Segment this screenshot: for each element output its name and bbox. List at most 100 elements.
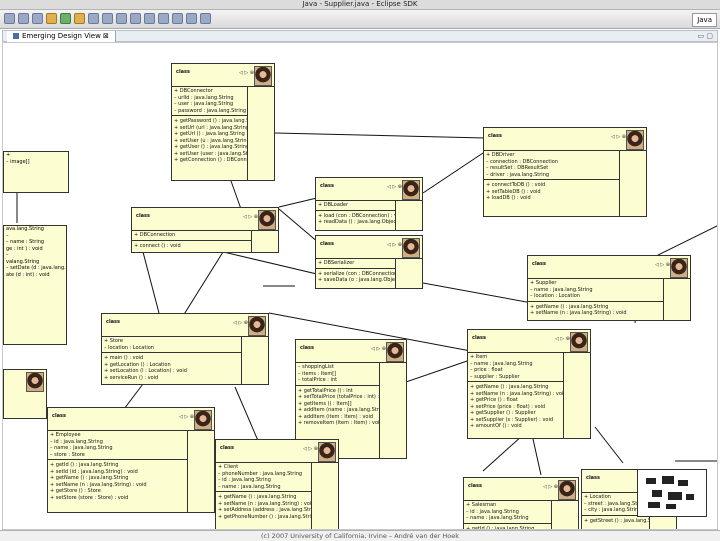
box-toolbar-icons[interactable]: ◁ ▷ ⊕ [303,446,318,453]
box-toolbar-icons[interactable]: ◁ ▷ ⊕ [371,346,386,353]
new-class-icon[interactable] [116,13,127,24]
search-icon[interactable] [144,13,155,24]
class-box-header[interactable]: class ◁ ▷ ⊕ [216,440,338,463]
tab-close-icon[interactable]: ⊠ [103,32,109,40]
box-toolbar-icons[interactable]: ◁ ▷ ⊕ [239,70,254,77]
box-toolbar-icons[interactable]: ◁ ▷ ⊕ [243,214,258,221]
member-row[interactable]: + removeItem (item : Item) : void [298,420,380,427]
class-box[interactable]: class ◁ ▷ ⊕ + Supplier – name : java.lang.S… [527,255,691,321]
class-box-header[interactable]: class ◁ ▷ ⊕ [172,64,274,87]
member-row[interactable]: – store : Store [50,452,188,459]
open-type-icon[interactable] [130,13,141,24]
member-row[interactable]: + readData () : java.lang.Object [318,219,396,226]
class-box-header[interactable]: class ◁ ▷ ⊕ [528,256,690,279]
class-box[interactable]: class ◁ ▷ ⊕ + DBDriver – connection : DBCon… [483,127,647,217]
class-box-header[interactable]: class ◁ ▷ ⊕ [464,478,578,501]
class-box[interactable]: class ◁ ▷ ⊕ + Employee – id : java.lang.Str… [47,407,215,513]
member-row[interactable]: + DBLoader [318,202,396,209]
perspective-button[interactable]: Java [692,13,717,27]
member-row[interactable]: + getUrl () : java.lang.String [174,131,248,138]
class-box[interactable]: class ◁ ▷ ⊕ + Salesman – id : java.lang.Str… [463,477,579,529]
member-row[interactable]: + setTotalPrice (totalPrice : int) : voi… [298,394,380,401]
box-toolbar-icons[interactable]: ◁ ▷ ⊕ [611,134,626,141]
box-toolbar-icons[interactable]: ◁ ▷ ⊕ [655,262,670,269]
member-row[interactable]: – supplier : Supplier [470,374,564,381]
member-row[interactable]: + getStreet () : java.lang.String [584,518,650,525]
author-avatar [248,316,266,336]
class-box-header[interactable]: class ◁ ▷ ⊕ [468,330,590,353]
member-row[interactable]: + addItem (name : java.lang.String) : vo… [298,407,380,414]
class-box[interactable]: class ◁ ▷ ⊕ + DBConnection + connect () : v… [131,207,279,253]
class-box-header[interactable]: class ◁ ▷ ⊕ [316,178,422,201]
member-row[interactable]: + loadDB () : void [486,195,620,202]
new-icon[interactable] [4,13,15,24]
class-box[interactable]: class ◁ ▷ ⊕ + DBSerializer + serialize (con… [315,235,423,289]
class-box[interactable]: class ◁ ▷ ⊕ + DBLoader + load (con : DBConn… [315,177,423,231]
box-toolbar-icons[interactable]: ◁ ▷ ⊕ [179,414,194,421]
class-box-header[interactable]: class ◁ ▷ ⊕ [102,314,268,337]
member-row[interactable]: + getUser () : java.lang.String [174,144,248,151]
member-row[interactable]: – setDate (d : java.lang.String) : void [4,265,66,272]
class-box-header[interactable]: class ◁ ▷ ⊕ [48,408,214,431]
class-box[interactable]: class ◁ ▷ ⊕ + Client – phoneNumber : java.l… [215,439,339,529]
back-icon[interactable] [186,13,197,24]
overview-thumbnail[interactable] [637,469,707,517]
debug-icon[interactable] [46,13,57,24]
member-row[interactable]: + setStore (store : Store) : void [50,495,188,502]
new-java-project-icon[interactable] [88,13,99,24]
member-row[interactable]: – image[] [4,159,68,166]
box-toolbar-icons[interactable]: ◁ ▷ ⊕ [555,336,570,343]
member-row[interactable]: – location : Location [530,293,664,300]
class-box-partial[interactable]: ava.lang.String – – name : String ge : int… [3,225,67,345]
member-separator [48,459,188,460]
member-row[interactable]: + DBSerializer [318,260,396,267]
member-row[interactable]: – name : java.lang.String [466,515,552,522]
box-toolbar-icons[interactable]: ◁ ▷ ⊕ [233,320,248,327]
run-icon[interactable] [60,13,71,24]
next-annotation-icon[interactable] [158,13,169,24]
print-icon[interactable] [32,13,43,24]
class-box-partial[interactable] [3,369,47,419]
main-toolbar: Java [0,10,720,29]
design-canvas[interactable]: class ◁ ▷ ⊕ + DBConnector – urlId : java.la… [2,42,718,530]
prev-annotation-icon[interactable] [172,13,183,24]
class-box[interactable]: class ◁ ▷ ⊕ + DBConnector – urlId : java.la… [171,63,275,181]
status-columns [551,500,578,529]
class-box-header[interactable]: class ◁ ▷ ⊕ [484,128,646,151]
member-row[interactable]: – password : java.lang.String [174,108,248,115]
member-row[interactable]: + saveData (o : java.lang.Object) : void [318,277,396,284]
class-box-header[interactable]: class ◁ ▷ ⊕ [132,208,278,231]
member-row[interactable]: + setAddress (address : java.lang.String… [218,507,312,514]
forward-icon[interactable] [200,13,211,24]
member-row[interactable]: – location : Location [104,345,242,352]
box-toolbar-icons[interactable]: ◁ ▷ ⊕ [543,484,558,491]
class-box-header[interactable]: class ◁ ▷ ⊕ [316,236,422,259]
class-box[interactable]: class ◁ ▷ ⊕ + Store – location : Location + … [101,313,269,385]
ext-tools-icon[interactable] [74,13,85,24]
member-row[interactable]: + connect () : void [134,243,252,250]
new-package-icon[interactable] [102,13,113,24]
class-box-header[interactable]: class ◁ ▷ ⊕ [296,340,406,363]
member-row[interactable]: – name : java.lang.String [218,484,312,491]
member-row[interactable]: + DBConnection [134,232,252,239]
member-row[interactable]: + getConnection () : DBConnection [174,157,248,164]
member-row[interactable]: + amountOf () : void [470,423,564,430]
member-row[interactable]: + getPassword () : java.lang.String [174,118,248,125]
tab-emerging-design-view[interactable]: Emerging Design View ⊠ [7,31,116,42]
view-controls[interactable]: ▭ ▢ [698,32,713,40]
member-row[interactable]: – totalPrice : int [298,377,380,384]
box-toolbar-icons[interactable]: ◁ ▷ ⊕ [387,242,402,249]
save-icon[interactable] [18,13,29,24]
member-row[interactable]: + serviceRun () : void [104,375,242,382]
member-row[interactable]: + setName (n : java.lang.String) : void [530,310,664,317]
member-row[interactable]: – driver : java.lang.String [486,172,620,179]
status-columns [619,150,646,216]
box-toolbar-icons[interactable]: ◁ ▷ ⊕ [387,184,402,191]
class-box[interactable]: class ◁ ▷ ⊕ + Item – name : java.lang.Strin… [467,329,591,439]
author-avatar [402,238,420,258]
class-kind-label: class [488,133,503,139]
member-row[interactable]: ate (d : int) : void [4,272,66,279]
member-separator [468,381,564,382]
member-row[interactable]: + getPhoneNumber () : java.lang.String [218,514,312,521]
class-box-partial[interactable]: + – image[] [3,151,69,193]
